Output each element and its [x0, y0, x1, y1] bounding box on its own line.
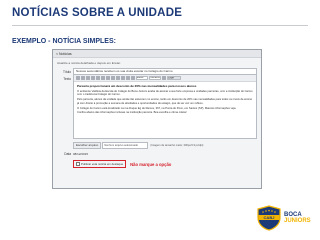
paste-icon[interactable]	[91, 76, 95, 80]
highlight-checkbox-label: Publicar esta notícia em destaque	[81, 162, 124, 166]
logo-word-juniors: JUNIORS	[284, 218, 311, 224]
text-label: Texto	[63, 77, 71, 81]
list-icon[interactable]	[121, 76, 125, 80]
slide-title: NOTÍCIAS SOBRE A UNIDADE	[12, 7, 183, 19]
image-icon[interactable]	[131, 76, 135, 80]
source-icon[interactable]	[76, 76, 80, 80]
highlight-row: Publicar esta notícia em destaque Não ma…	[69, 160, 261, 168]
date-label: Data	[64, 152, 71, 156]
bold-icon[interactable]	[106, 76, 110, 80]
rich-text-editor[interactable]: Estilo Tamanho Colar texto Parceria prop…	[73, 74, 257, 139]
highlight-checkbox-highlight: Publicar esta notícia em destaque	[73, 160, 127, 168]
title-label: Título	[63, 69, 71, 74]
form-header-label[interactable]: < Notícias	[56, 52, 72, 56]
editor-paragraph: O ambiente Valdivia da Escola do Colégio…	[77, 89, 253, 97]
size-select[interactable]: Tamanho	[149, 76, 161, 80]
boca-logo: CABJ BOCA JUNIORS	[256, 205, 311, 231]
font-select[interactable]: Estilo	[136, 76, 148, 80]
choose-file-button[interactable]: Escolher arquivo	[73, 142, 102, 149]
italic-icon[interactable]	[111, 76, 115, 80]
logo-wordmark: BOCA JUNIORS	[284, 212, 311, 224]
title-divider	[12, 25, 308, 26]
form-header: < Notícias	[53, 50, 261, 58]
warning-note: Não marque a opção	[130, 161, 172, 167]
date-value[interactable]: 08/12/2015	[73, 152, 88, 156]
file-name-field: Nenhum arquivo selecionado	[102, 142, 149, 149]
form-screenshot: < Notícias Atualize a noticia detalhada …	[52, 49, 262, 189]
editor-paragraph: Confira abaixo das informações inclusas …	[77, 111, 187, 115]
cut-icon[interactable]	[81, 76, 85, 80]
title-input[interactable]: Nossos secundários recebem os sua visita…	[73, 68, 257, 75]
title-row: Título Nossos secundários recebem os sua…	[53, 68, 261, 75]
editor-paragraph: O Colégio do Carmo está localizado na ru…	[77, 106, 237, 110]
logo-abbrev: CABJ	[264, 215, 275, 220]
editor-paragraph: Pelo parceria, alunos da unidade que ain…	[77, 98, 253, 105]
editor-toolbar: Estilo Tamanho Colar texto	[74, 75, 256, 82]
link-icon[interactable]	[126, 76, 130, 80]
copy-icon[interactable]	[86, 76, 90, 80]
undo-icon[interactable]	[96, 76, 100, 80]
highlight-checkbox[interactable]	[76, 162, 80, 166]
editor-body[interactable]: Parceria proporcionará um desconto de 20…	[74, 82, 256, 138]
slide-subtitle: EXEMPLO - NOTÍCIA SIMPLES:	[12, 38, 116, 45]
shield-icon: CABJ	[257, 205, 281, 231]
redo-icon[interactable]	[101, 76, 105, 80]
editor-paragraph: Parceria proporcionará um desconto de 20…	[77, 84, 197, 88]
form-hint: Atualize a noticia detalhada e depois em…	[57, 61, 121, 65]
image-size-note: (Imagem de tamanho maior, 300px/4:3 px/d…	[150, 144, 204, 147]
color-icon[interactable]	[162, 76, 166, 80]
image-row: Escolher arquivo Nenhum arquivo selecion…	[53, 142, 261, 149]
underline-icon[interactable]	[116, 76, 120, 80]
paste-text-button[interactable]: Colar texto	[167, 76, 181, 80]
date-row: Data 08/12/2015	[53, 152, 261, 156]
